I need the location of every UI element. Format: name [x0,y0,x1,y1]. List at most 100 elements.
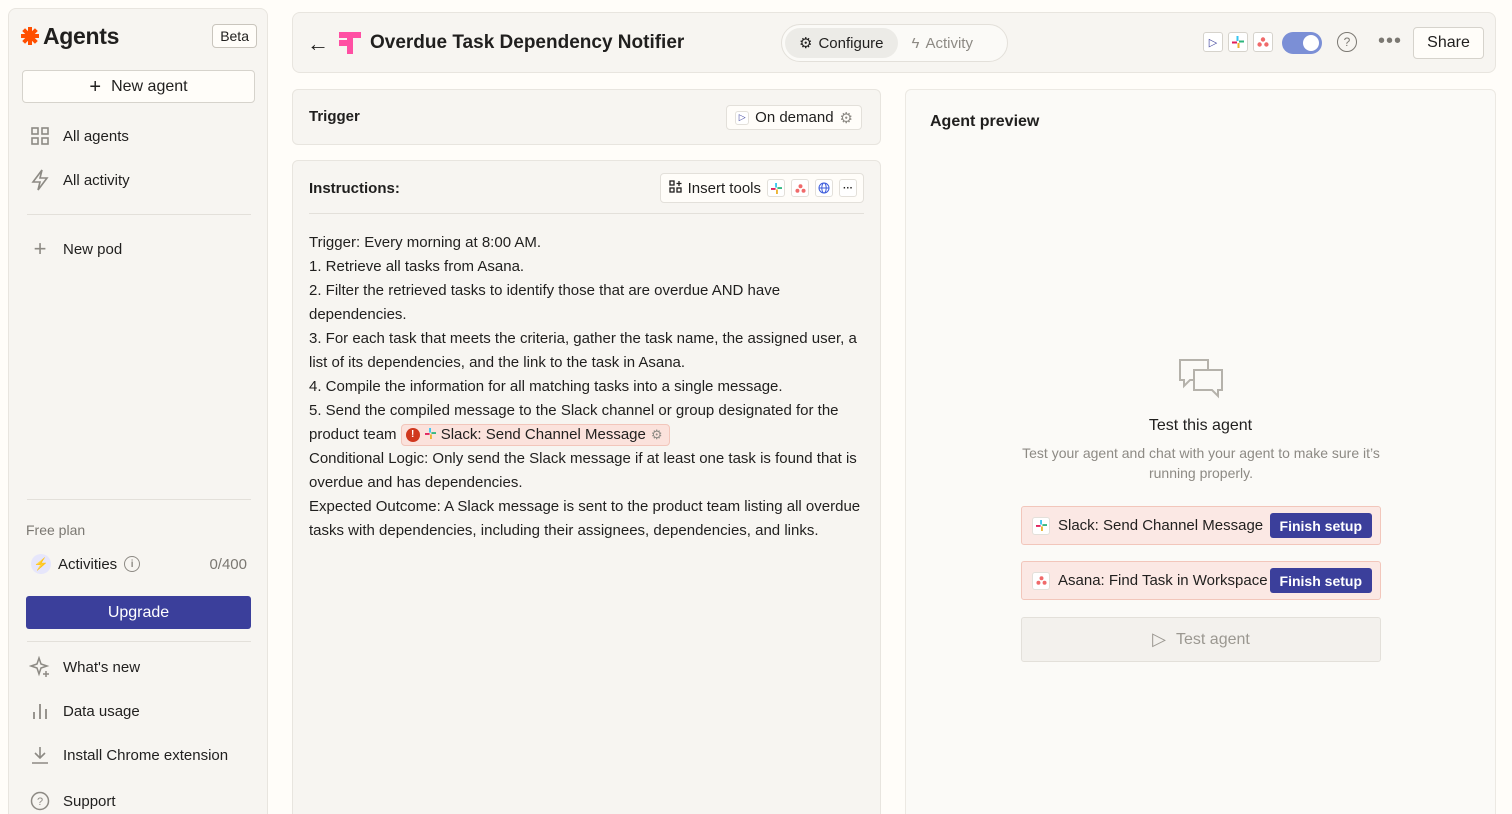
help-icon[interactable]: ? [1337,32,1357,52]
agent-enabled-toggle[interactable] [1282,32,1322,54]
sidebar-item-all-activity[interactable]: All activity [29,169,130,191]
sidebar: Agents Beta + New agent All agents All a… [8,8,268,814]
more-options-icon[interactable]: ••• [1378,30,1402,53]
setup-item-label: Slack: Send Channel Message [1058,517,1264,534]
setup-item-label: Asana: Find Task in Workspace [1058,572,1268,589]
divider [27,499,251,500]
download-icon [29,744,51,766]
agent-header: ← Overdue Task Dependency Notifier ⚙ Con… [292,12,1496,73]
view-tabs: ⚙ Configure ϟ Activity [781,24,1008,62]
plus-icon: + [89,75,102,98]
share-button[interactable]: Share [1413,27,1484,59]
divider [27,214,251,215]
sidebar-item-whats-new[interactable]: What's new [29,656,140,678]
slack-icon[interactable] [767,179,785,197]
bolt-icon [29,169,51,191]
slack-icon [1228,32,1248,52]
upgrade-button[interactable]: Upgrade [26,596,251,629]
sidebar-item-support[interactable]: ? Support [29,790,116,812]
instruction-line: Conditional Logic: Only send the Slack m… [309,450,857,491]
sparkle-icon [29,656,51,678]
insert-icon [668,179,682,197]
sidebar-item-chrome-extension[interactable]: Install Chrome extension [29,744,228,766]
error-icon: ! [405,428,420,443]
activities-quota: 0/400 [209,555,247,573]
sidebar-header: Agents Beta [21,21,257,51]
test-agent-subtitle: Test your agent and chat with your agent… [1022,445,1380,481]
instruction-line: Trigger: Every morning at 8:00 AM. [309,234,542,251]
insert-tools-label: Insert tools [687,179,761,197]
play-icon: ▷ [735,110,750,125]
grid-icon [29,125,51,147]
sidebar-item-all-agents[interactable]: All agents [29,125,129,147]
trigger-label: Trigger [309,108,360,125]
instruction-line: 1. Retrieve all tasks from Asana. [309,258,525,275]
tab-label: Configure [818,34,884,52]
trigger-selector[interactable]: ▷ On demand ⚙ [726,105,862,130]
brand-name: Agents [43,22,120,49]
sidebar-item-label: New pod [63,240,123,258]
instruction-line: 2. Filter the retrieved tasks to identif… [309,282,781,323]
instructions-card: Instructions: Insert tools ··· Trigger: … [292,160,881,814]
gear-icon: ⚙ [799,35,813,52]
tab-activity[interactable]: ϟ Activity [898,28,987,58]
sidebar-item-label: All activity [63,171,130,189]
instructions-editor[interactable]: Trigger: Every morning at 8:00 AM. 1. Re… [309,231,865,543]
insert-tools-button[interactable]: Insert tools [668,179,761,197]
gear-icon[interactable]: ⚙ [651,423,663,447]
activities-usage: ⚡ Activities i 0/400 [31,554,247,574]
sidebar-item-label: All agents [63,127,129,145]
divider [309,213,864,214]
beta-badge: Beta [212,24,257,48]
plan-label: Free plan [26,522,86,538]
gear-icon[interactable]: ⚙ [840,109,853,127]
instruction-line: 4. Compile the information for all match… [309,378,783,395]
setup-item-asana: Asana: Find Task in Workspace Finish set… [1021,561,1381,600]
sidebar-item-label: Support [63,792,116,810]
asana-icon [1253,32,1273,52]
tab-configure[interactable]: ⚙ Configure [785,28,898,58]
instruction-line: 3. For each task that meets the criteria… [309,330,857,371]
back-arrow-icon[interactable]: ← [307,31,329,57]
test-agent-title: Test this agent [1148,417,1253,434]
instruction-line: Expected Outcome: A Slack message is sen… [309,498,861,539]
info-icon[interactable]: i [124,556,141,572]
globe-icon[interactable] [815,179,833,197]
bar-chart-icon [29,700,51,722]
finish-setup-button[interactable]: Finish setup [1269,513,1372,538]
connected-apps: ▷ [1203,32,1273,52]
agent-title: Overdue Task Dependency Notifier [370,32,685,53]
tab-label: Activity [925,34,973,52]
tool-chip-slack[interactable]: ! Slack: Send Channel Message ⚙ [400,423,670,447]
sidebar-item-new-pod[interactable]: + New pod [29,236,123,261]
tool-chip-label: Slack: Send Channel Message [440,426,646,444]
sidebar-item-data-usage[interactable]: Data usage [29,700,140,722]
new-agent-button[interactable]: + New agent [22,70,255,103]
instructions-label: Instructions: [309,180,400,197]
instructions-toolbar: Insert tools ··· [659,173,864,203]
test-agent-button[interactable]: ▷ Test agent [1021,617,1381,662]
zapier-logo-icon [21,27,39,45]
chat-bubbles-icon [1179,359,1223,399]
test-agent-label: Test agent [1176,630,1250,648]
slack-icon [424,423,436,447]
more-tools-icon[interactable]: ··· [839,179,857,197]
activities-label: Activities [58,555,118,573]
finish-setup-button[interactable]: Finish setup [1269,568,1372,593]
play-icon: ▷ [1152,629,1166,649]
svg-text:?: ? [37,796,43,808]
logo[interactable]: Agents [21,23,119,50]
slack-icon [1032,516,1050,535]
sidebar-item-label: Install Chrome extension [63,746,229,764]
setup-item-slack: Slack: Send Channel Message Finish setup [1021,506,1381,545]
asana-icon [1032,571,1050,590]
preview-title: Agent preview [930,113,1040,130]
bolt-icon: ϟ [911,34,920,52]
divider [27,641,251,642]
agent-preview-panel: Agent preview Test this agent Test your … [905,89,1496,814]
asana-icon[interactable] [791,179,809,197]
sidebar-item-label: Data usage [63,702,140,720]
help-circle-icon: ? [29,790,51,812]
play-app-icon: ▷ [1203,32,1223,52]
sidebar-item-label: What's new [63,658,141,676]
